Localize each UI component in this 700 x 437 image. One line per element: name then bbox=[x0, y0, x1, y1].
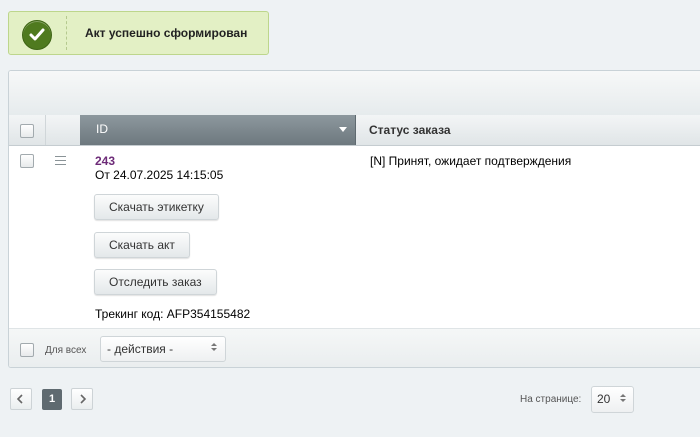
row-checkbox[interactable] bbox=[20, 154, 34, 168]
grid-header: ID Статус заказа bbox=[9, 115, 700, 146]
grid-actions-bar: Для всех - действия - bbox=[9, 328, 700, 367]
check-icon bbox=[22, 20, 52, 50]
next-page-button[interactable] bbox=[71, 388, 93, 410]
grid-toolbar bbox=[9, 71, 700, 116]
actions-select-value: - действия - bbox=[107, 342, 174, 356]
current-page[interactable]: 1 bbox=[42, 389, 62, 410]
for-all-label: Для всех bbox=[45, 345, 87, 356]
download-label-button[interactable]: Скачать этикетку bbox=[94, 194, 219, 220]
order-date: От 24.07.2025 14:15:05 bbox=[95, 168, 224, 182]
track-order-button[interactable]: Отследить заказ bbox=[94, 269, 217, 295]
notice-text: Акт успешно сформирован bbox=[85, 26, 248, 40]
per-page-value: 20 bbox=[597, 392, 611, 406]
select-arrows-icon bbox=[211, 343, 217, 351]
orders-grid: ID Статус заказа 243 От 24.07.2025 14:15… bbox=[8, 70, 700, 368]
per-page-label: На странице: bbox=[520, 394, 582, 405]
column-header-id[interactable]: ID bbox=[80, 115, 356, 145]
column-header-status[interactable]: Статус заказа bbox=[369, 123, 451, 137]
select-arrows-icon bbox=[620, 394, 626, 402]
order-status: [N] Принят, ожидает подтверждения bbox=[370, 154, 572, 168]
chevron-left-icon bbox=[16, 394, 23, 404]
order-id[interactable]: 243 bbox=[95, 154, 115, 168]
header-menu-cell bbox=[45, 115, 81, 145]
select-all-checkbox[interactable] bbox=[20, 124, 34, 138]
chevron-right-icon bbox=[80, 394, 87, 404]
apply-to-all-checkbox[interactable] bbox=[20, 343, 34, 357]
row-menu-icon[interactable] bbox=[55, 156, 66, 168]
per-page-select[interactable]: 20 bbox=[591, 386, 634, 413]
prev-page-button[interactable] bbox=[10, 388, 32, 410]
header-checkbox-cell bbox=[9, 115, 46, 145]
success-notice: Акт успешно сформирован bbox=[8, 11, 269, 55]
download-act-button[interactable]: Скачать акт bbox=[94, 232, 190, 258]
sort-arrow-icon bbox=[339, 127, 347, 132]
column-id-label: ID bbox=[96, 122, 108, 136]
tracking-code: Трекинг код: AFP354155482 bbox=[95, 307, 251, 321]
notice-divider bbox=[66, 16, 67, 50]
actions-select[interactable]: - действия - bbox=[100, 336, 226, 362]
